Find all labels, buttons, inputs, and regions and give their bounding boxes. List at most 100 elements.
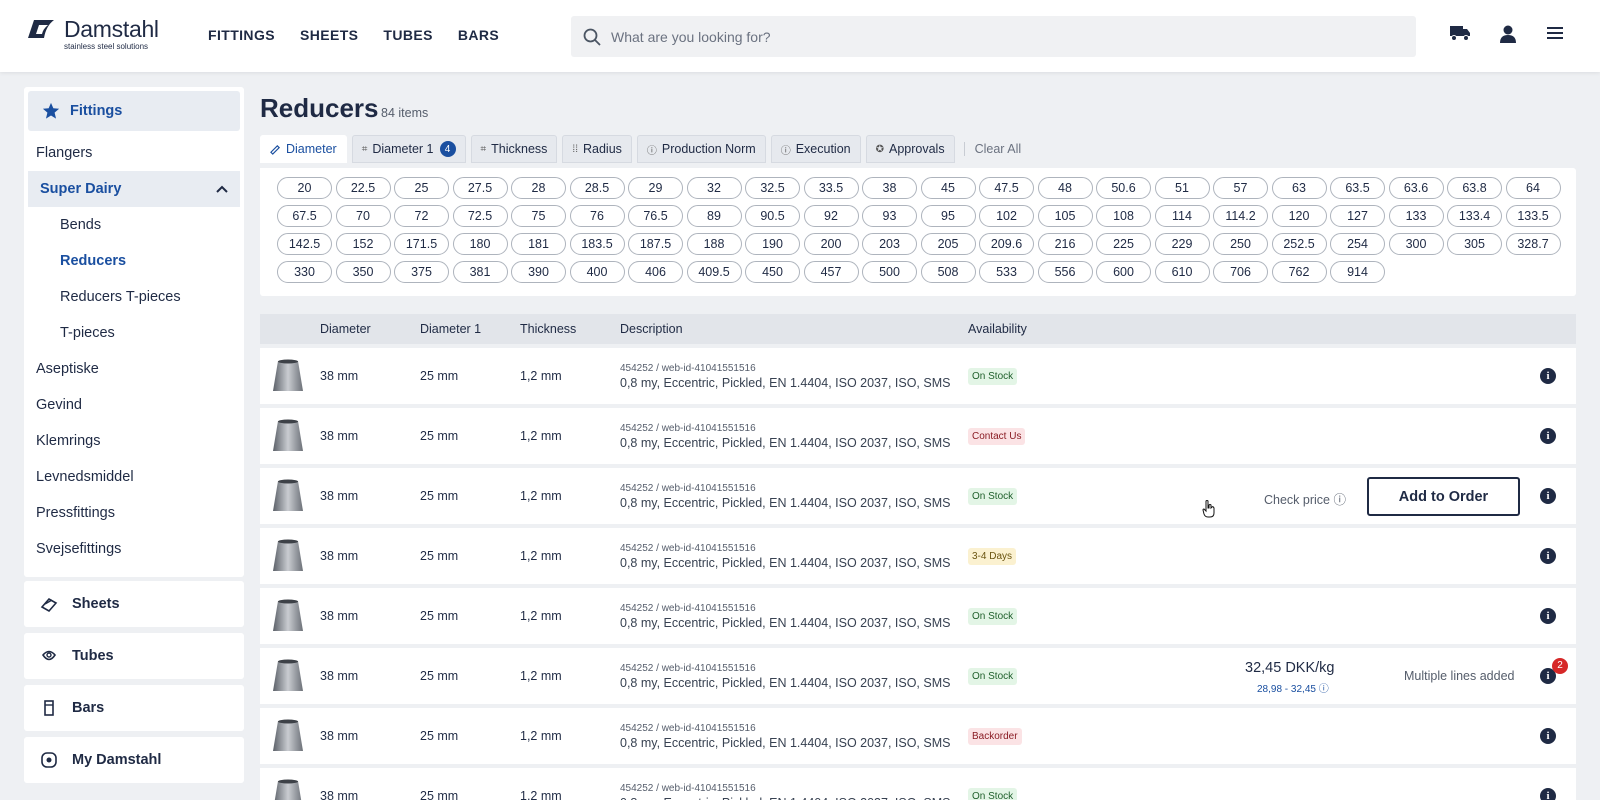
search-bar[interactable] <box>571 16 1416 57</box>
diameter-chip[interactable]: 556 <box>1037 261 1093 283</box>
filter-tab-production-norm[interactable]: ⓘ Production Norm <box>636 135 766 163</box>
diameter-chip[interactable]: 25 <box>394 177 449 199</box>
diameter-chip[interactable]: 45 <box>920 177 976 199</box>
user-account-icon[interactable] <box>1498 24 1518 44</box>
sidebar-item-flangers[interactable]: Flangers <box>24 135 244 171</box>
diameter-chip[interactable]: 600 <box>1096 261 1151 283</box>
table-row[interactable]: 38 mm 25 mm 1,2 mm 454252 / web-id-41041551… <box>260 348 1576 404</box>
diameter-chip[interactable]: 390 <box>511 261 566 283</box>
diameter-chip[interactable]: 63.5 <box>1330 177 1385 199</box>
diameter-chip[interactable]: 64 <box>1505 177 1561 199</box>
diameter-chip[interactable]: 254 <box>1330 233 1385 255</box>
filter-tab-thickness[interactable]: ⌗ Thickness <box>470 135 558 163</box>
diameter-chip[interactable]: 205 <box>920 233 976 255</box>
diameter-chip[interactable]: 183.5 <box>569 233 625 255</box>
sidebar-item-reducers[interactable]: Reducers <box>24 243 244 279</box>
diameter-chip[interactable]: 171.5 <box>394 233 449 255</box>
diameter-chip[interactable]: 203 <box>862 233 917 255</box>
diameter-chip[interactable]: 188 <box>686 233 742 255</box>
table-row[interactable]: 38 mm 25 mm 1,2 mm 454252 / web-id-41041551… <box>260 648 1576 704</box>
sidebar-item-bends[interactable]: Bends <box>24 207 244 243</box>
diameter-chip[interactable]: 89 <box>686 205 742 227</box>
diameter-chip[interactable]: 200 <box>803 233 859 255</box>
column-header-description[interactable]: Description <box>620 322 683 336</box>
damstahl-logo[interactable]: Damstahl stainless steel solutions <box>24 18 159 51</box>
diameter-chip[interactable]: 610 <box>1154 261 1210 283</box>
diameter-chip[interactable]: 57 <box>1213 177 1268 199</box>
diameter-chip[interactable]: 70 <box>335 205 391 227</box>
diameter-chip[interactable]: 50.6 <box>1096 177 1151 199</box>
diameter-chip[interactable]: 450 <box>745 261 800 283</box>
sidebar-item-gevind[interactable]: Gevind <box>24 387 244 423</box>
sidebar-item-klemrings[interactable]: Klemrings <box>24 423 244 459</box>
filter-tab-execution[interactable]: ⓘ Execution <box>770 135 861 163</box>
diameter-chip[interactable]: 375 <box>394 261 449 283</box>
diameter-chip[interactable]: 29 <box>628 177 683 199</box>
column-header-diameter[interactable]: Diameter <box>320 322 371 336</box>
diameter-chip[interactable]: 47.5 <box>979 177 1034 199</box>
diameter-chip[interactable]: 76 <box>569 205 625 227</box>
diameter-chip[interactable]: 72 <box>394 205 449 227</box>
diameter-chip[interactable]: 300 <box>1388 233 1444 255</box>
diameter-chip[interactable]: 381 <box>452 261 508 283</box>
diameter-chip[interactable]: 72.5 <box>452 205 508 227</box>
sidebar-item-svejsefittings[interactable]: Svejsefittings <box>24 531 244 567</box>
diameter-chip[interactable]: 133.5 <box>1505 205 1561 227</box>
search-input[interactable] <box>611 28 1371 45</box>
diameter-chip[interactable]: 187.5 <box>628 233 683 255</box>
diameter-chip[interactable]: 406 <box>628 261 683 283</box>
diameter-chip[interactable]: 63.6 <box>1388 177 1444 199</box>
diameter-chip[interactable]: 181 <box>511 233 566 255</box>
filter-tab-radius[interactable]: ⁞⁞ Radius <box>562 135 632 163</box>
diameter-chip[interactable]: 48 <box>1037 177 1093 199</box>
diameter-chip[interactable]: 180 <box>452 233 508 255</box>
diameter-chip[interactable]: 133 <box>1388 205 1444 227</box>
diameter-chip[interactable]: 133.4 <box>1447 205 1502 227</box>
diameter-chip[interactable]: 762 <box>1271 261 1327 283</box>
diameter-chip[interactable]: 95 <box>920 205 976 227</box>
diameter-chip[interactable]: 225 <box>1096 233 1151 255</box>
diameter-chip[interactable]: 22.5 <box>335 177 391 199</box>
hamburger-menu-icon[interactable] <box>1546 24 1564 42</box>
diameter-chip[interactable]: 51 <box>1154 177 1210 199</box>
diameter-chip[interactable]: 32 <box>686 177 742 199</box>
diameter-chip[interactable]: 914 <box>1330 261 1385 283</box>
diameter-chip[interactable]: 229 <box>1154 233 1210 255</box>
add-to-order-button[interactable]: Add to Order <box>1367 477 1520 516</box>
diameter-chip[interactable]: 32.5 <box>745 177 800 199</box>
nav-sheets[interactable]: SHEETS <box>300 27 358 43</box>
diameter-chip[interactable]: 250 <box>1213 233 1268 255</box>
price-range-link[interactable]: 28,98 - 32,45 ⓘ <box>1257 680 1329 695</box>
diameter-chip[interactable]: 533 <box>979 261 1034 283</box>
table-row[interactable]: 38 mm 25 mm 1,2 mm 454252 / web-id-41041551… <box>260 468 1576 524</box>
diameter-chip[interactable]: 28.5 <box>569 177 625 199</box>
diameter-chip[interactable]: 90.5 <box>745 205 800 227</box>
diameter-chip[interactable]: 93 <box>862 205 917 227</box>
sidebar-block-bars[interactable]: Bars <box>24 685 244 731</box>
diameter-chip[interactable]: 33.5 <box>803 177 859 199</box>
diameter-chip[interactable]: 190 <box>745 233 800 255</box>
info-icon[interactable]: i <box>1540 728 1556 744</box>
diameter-chip[interactable]: 27.5 <box>452 177 508 199</box>
sidebar-block-tubes[interactable]: Tubes <box>24 633 244 679</box>
diameter-chip[interactable]: 28 <box>511 177 566 199</box>
diameter-chip[interactable]: 330 <box>277 261 332 283</box>
diameter-chip[interactable]: 350 <box>335 261 391 283</box>
diameter-chip[interactable]: 152 <box>335 233 391 255</box>
sidebar-group-super-dairy[interactable]: Super Dairy <box>28 171 240 207</box>
info-icon[interactable]: i <box>1540 428 1556 444</box>
info-icon[interactable]: i <box>1540 788 1556 800</box>
diameter-chip[interactable]: 209.6 <box>979 233 1034 255</box>
table-row[interactable]: 38 mm 25 mm 1,2 mm 454252 / web-id-41041551… <box>260 588 1576 644</box>
diameter-chip[interactable]: 76.5 <box>628 205 683 227</box>
diameter-chip[interactable]: 127 <box>1330 205 1385 227</box>
diameter-chip[interactable]: 114.2 <box>1213 205 1268 227</box>
sidebar-block-my-damstahl[interactable]: My Damstahl <box>24 737 244 783</box>
diameter-chip[interactable]: 20 <box>277 177 332 199</box>
diameter-chip[interactable]: 508 <box>920 261 976 283</box>
filter-tab-diameter[interactable]: Diameter <box>260 135 347 163</box>
diameter-chip[interactable]: 63.8 <box>1447 177 1502 199</box>
delivery-truck-icon[interactable] <box>1449 24 1471 42</box>
diameter-chip[interactable]: 252.5 <box>1271 233 1327 255</box>
column-header-availability[interactable]: Availability <box>968 322 1027 336</box>
